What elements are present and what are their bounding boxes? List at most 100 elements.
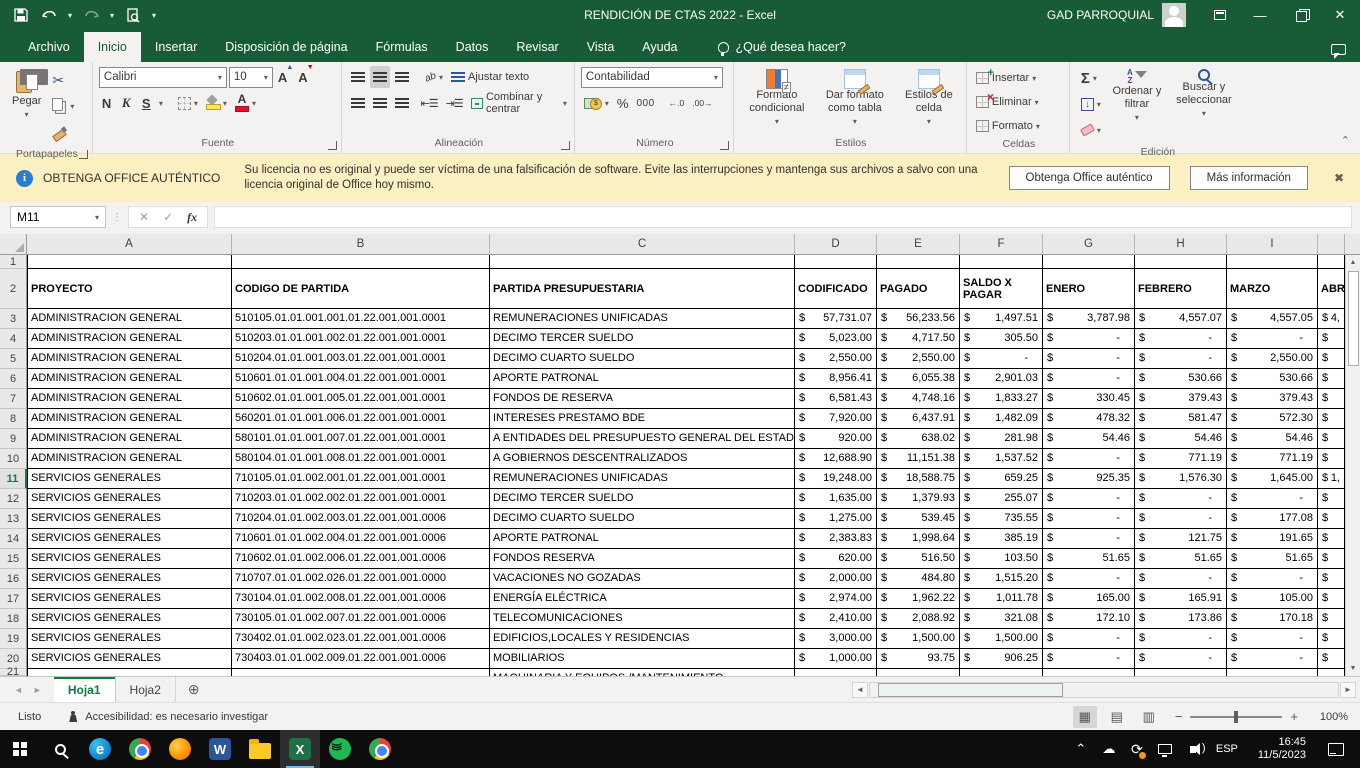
cell-F9[interactable]: $281.98 bbox=[960, 429, 1043, 449]
cell-H18[interactable]: $173.86 bbox=[1135, 609, 1227, 629]
cell-E21[interactable] bbox=[877, 669, 960, 676]
row-header-4[interactable]: 4 bbox=[0, 329, 27, 349]
tab-revisar[interactable]: Revisar bbox=[502, 32, 572, 62]
font-size-combo[interactable]: 10▾ bbox=[229, 67, 273, 88]
notification-center-icon[interactable] bbox=[1328, 743, 1344, 756]
cell-I1[interactable] bbox=[1227, 255, 1318, 269]
row-header-13[interactable]: 13 bbox=[0, 509, 27, 529]
clear-button[interactable]: ▾ bbox=[1078, 119, 1104, 141]
cell-I21[interactable] bbox=[1227, 669, 1318, 676]
row-header-16[interactable]: 16 bbox=[0, 569, 27, 589]
cell-B12[interactable]: 710203.01.01.002.002.01.22.001.001.0001 bbox=[232, 489, 490, 509]
cell-F18[interactable]: $321.08 bbox=[960, 609, 1043, 629]
paste-button[interactable]: Pegar ▾ bbox=[6, 65, 47, 123]
font-dialog-launcher-icon[interactable] bbox=[328, 141, 337, 150]
cell-A21[interactable] bbox=[27, 669, 232, 676]
cell-C9[interactable]: A ENTIDADES DEL PRESUPUESTO GENERAL DEL … bbox=[490, 429, 795, 449]
cell-F10[interactable]: $1,537.52 bbox=[960, 449, 1043, 469]
taskbar-firefox[interactable] bbox=[160, 730, 200, 768]
cell-F6[interactable]: $2,901.03 bbox=[960, 369, 1043, 389]
account-name[interactable]: GAD PARROQUIAL bbox=[1047, 8, 1154, 22]
cell-E9[interactable]: $638.02 bbox=[877, 429, 960, 449]
cell-E7[interactable]: $4,748.16 bbox=[877, 389, 960, 409]
cell-H12[interactable]: $- bbox=[1135, 489, 1227, 509]
cell-J15[interactable]: $ bbox=[1318, 549, 1345, 569]
cell-J16[interactable]: $ bbox=[1318, 569, 1345, 589]
taskbar-word[interactable]: W bbox=[200, 730, 240, 768]
cell-G9[interactable]: $54.46 bbox=[1043, 429, 1135, 449]
cell-D6[interactable]: $8,956.41 bbox=[795, 369, 877, 389]
cell-J8[interactable]: $ bbox=[1318, 409, 1345, 429]
cell-D9[interactable]: $920.00 bbox=[795, 429, 877, 449]
cell-G14[interactable]: $- bbox=[1043, 529, 1135, 549]
column-header-I[interactable]: I bbox=[1227, 234, 1318, 255]
cell-B11[interactable]: 710105.01.01.002.001.01.22.001.001.0001 bbox=[232, 469, 490, 489]
cell-H20[interactable]: $- bbox=[1135, 649, 1227, 669]
decrease-decimal-button[interactable]: .00→ bbox=[689, 92, 715, 114]
cell-E18[interactable]: $2,088.92 bbox=[877, 609, 960, 629]
cell-H10[interactable]: $771.19 bbox=[1135, 449, 1227, 469]
row-header-19[interactable]: 19 bbox=[0, 629, 27, 649]
cell-A5[interactable]: ADMINISTRACION GENERAL bbox=[27, 349, 232, 369]
cell-H2[interactable]: FEBRERO bbox=[1135, 269, 1227, 309]
cell-C18[interactable]: TELECOMUNICACIONES bbox=[490, 609, 795, 629]
increase-decimal-button[interactable]: ←.0 bbox=[666, 92, 688, 114]
sync-badge-icon[interactable]: ⟳ bbox=[1124, 730, 1150, 768]
comments-icon[interactable] bbox=[1331, 44, 1346, 55]
cell-A11[interactable]: SERVICIOS GENERALES bbox=[27, 469, 232, 489]
cell-H13[interactable]: $- bbox=[1135, 509, 1227, 529]
cell-H11[interactable]: $1,576.30 bbox=[1135, 469, 1227, 489]
cell-I13[interactable]: $177.08 bbox=[1227, 509, 1318, 529]
row-header-18[interactable]: 18 bbox=[0, 609, 27, 629]
increase-font-button[interactable]: A▲ bbox=[275, 66, 293, 88]
formula-bar-splitter[interactable]: ⋮ bbox=[112, 212, 122, 223]
cell-B16[interactable]: 710707.01.01.002.026.01.22.001.001.0000 bbox=[232, 569, 490, 589]
undo-dropdown-icon[interactable]: ▾ bbox=[68, 11, 72, 20]
cell-I6[interactable]: $530.66 bbox=[1227, 369, 1318, 389]
tab-inicio[interactable]: Inicio bbox=[84, 32, 141, 62]
cell-F1[interactable] bbox=[960, 255, 1043, 269]
cell-D16[interactable]: $2,000.00 bbox=[795, 569, 877, 589]
cell-A10[interactable]: ADMINISTRACION GENERAL bbox=[27, 449, 232, 469]
cell-B10[interactable]: 580104.01.01.001.008.01.22.001.001.0001 bbox=[232, 449, 490, 469]
cell-J2[interactable]: ABRIL bbox=[1318, 269, 1345, 309]
cell-F7[interactable]: $1,833.27 bbox=[960, 389, 1043, 409]
row-header-2[interactable]: 2 bbox=[0, 269, 27, 309]
cell-D11[interactable]: $19,248.00 bbox=[795, 469, 877, 489]
column-header-C[interactable]: C bbox=[490, 234, 795, 255]
cell-G10[interactable]: $- bbox=[1043, 449, 1135, 469]
cell-A2[interactable]: PROYECTO bbox=[27, 269, 232, 309]
cell-J5[interactable]: $ bbox=[1318, 349, 1345, 369]
cell-I3[interactable]: $4,557.05 bbox=[1227, 309, 1318, 329]
cell-H17[interactable]: $165.91 bbox=[1135, 589, 1227, 609]
decrease-indent-button[interactable]: ⇤☰ bbox=[418, 92, 441, 114]
cell-B18[interactable]: 730105.01.01.002.007.01.22.001.001.0006 bbox=[232, 609, 490, 629]
cell-D20[interactable]: $1,000.00 bbox=[795, 649, 877, 669]
format-painter-button[interactable] bbox=[49, 121, 77, 143]
cell-I7[interactable]: $379.43 bbox=[1227, 389, 1318, 409]
merge-center-button[interactable]: Combinar y centrar▾ bbox=[468, 92, 570, 114]
cell-B8[interactable]: 560201.01.01.001.006.01.22.001.001.0001 bbox=[232, 409, 490, 429]
cell-A3[interactable]: ADMINISTRACION GENERAL bbox=[27, 309, 232, 329]
cell-H14[interactable]: $121.75 bbox=[1135, 529, 1227, 549]
row-header-12[interactable]: 12 bbox=[0, 489, 27, 509]
row-header-14[interactable]: 14 bbox=[0, 529, 27, 549]
column-header-G[interactable]: G bbox=[1043, 234, 1135, 255]
cell-J17[interactable]: $ bbox=[1318, 589, 1345, 609]
cancel-formula-icon[interactable]: ✕ bbox=[139, 210, 149, 224]
enter-formula-icon[interactable]: ✓ bbox=[163, 210, 173, 224]
avatar[interactable] bbox=[1162, 3, 1186, 27]
view-page-break-button[interactable]: ▥ bbox=[1137, 706, 1161, 728]
cell-D2[interactable]: CODIFICADO bbox=[795, 269, 877, 309]
cell-E16[interactable]: $484.80 bbox=[877, 569, 960, 589]
cell-D10[interactable]: $12,688.90 bbox=[795, 449, 877, 469]
cell-F13[interactable]: $735.55 bbox=[960, 509, 1043, 529]
cell-I16[interactable]: $- bbox=[1227, 569, 1318, 589]
cell-B7[interactable]: 510602.01.01.001.005.01.22.001.001.0001 bbox=[232, 389, 490, 409]
cell-G21[interactable] bbox=[1043, 669, 1135, 676]
cell-G19[interactable]: $- bbox=[1043, 629, 1135, 649]
network-icon[interactable] bbox=[1152, 730, 1178, 768]
cell-B19[interactable]: 730402.01.01.002.023.01.22.001.001.0006 bbox=[232, 629, 490, 649]
zoom-slider[interactable] bbox=[1190, 716, 1282, 718]
find-select-button[interactable]: Buscar y seleccionar ▾ bbox=[1168, 65, 1240, 122]
